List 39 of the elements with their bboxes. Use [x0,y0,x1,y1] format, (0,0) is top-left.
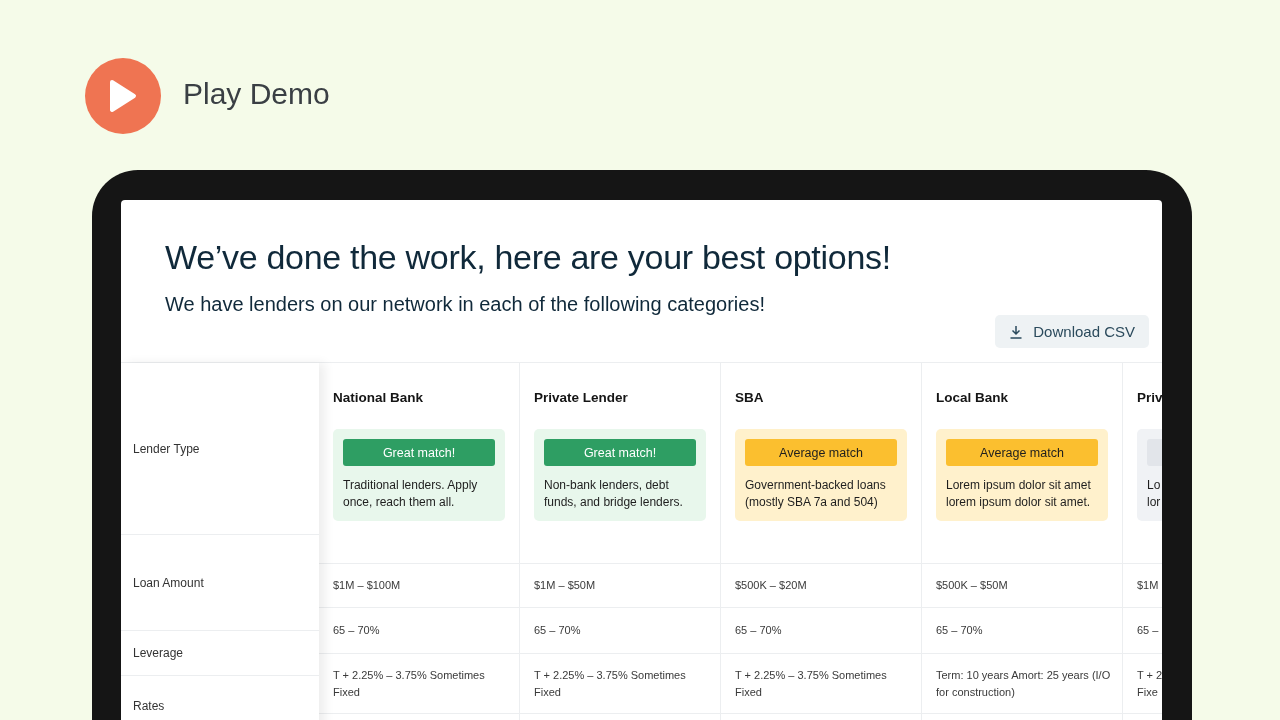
lender-description: Traditional lenders. Apply once, reach them all. [343,477,479,511]
table-cell: Term: 10 years Amort: 25 years (I/O for construction) [922,654,1122,714]
match-badge: Average match [946,439,1098,466]
table-cell: 65 – 70% [922,608,1122,654]
table-cell: T + 2.25% – 3.75% Sometimes Fixed [520,654,720,714]
match-badge: Great match! [343,439,495,466]
download-csv-button[interactable]: Download CSV [995,315,1149,348]
table-cell: T + 2.25% – 3.75% Sometimes Fixed [721,654,921,714]
row-label: Leverage [121,631,319,676]
page-subtitle: We have lenders on our network in each of the following categories! [165,293,766,316]
table-cell: 65 – [1123,608,1162,654]
download-icon [1009,324,1024,339]
lender-name: Private Lender [534,390,629,405]
table-cell: T + 2.25% – 3.75% Sometimes Fixed [319,654,519,714]
match-badge: Average match [745,439,897,466]
table-cell: $1M – $100M [319,564,519,608]
row-label: Rates [121,676,319,720]
table-cell: $1M [1123,564,1162,608]
play-demo-label[interactable]: Play Demo [183,77,330,111]
table-cell: $500K – $50M [922,564,1122,608]
lender-description: Government-backed loans (mostly SBA 7a and 504) [745,477,887,511]
lender-description: Lorem ipsum dolor sit amet lorem ipsum dolor sit amet. [946,477,1092,511]
lender-name: SBA [735,390,765,405]
table-cell: 65 – 70% [721,608,921,654]
lender-name: National Bank [333,390,425,405]
lender-name: Local Bank [936,390,1010,405]
match-badge: Great match! [544,439,696,466]
lender-description: Non-bank lenders, debt funds, and bridge lenders. [544,477,684,511]
lender-name: Priv [1137,390,1162,405]
table-cell: $1M – $50M [520,564,720,608]
row-label: Lender Type [121,363,319,535]
page-title: We’ve done the work, here are your best options! [165,238,892,277]
lender-description: Lo lor [1147,477,1162,511]
table-cell: T + 2 Fixe [1123,654,1162,714]
row-label: Loan Amount [121,535,319,631]
table-cell: $500K – $20M [721,564,921,608]
table-cell: 65 – 70% [520,608,720,654]
table-cell: 65 – 70% [319,608,519,654]
play-icon [109,79,137,113]
